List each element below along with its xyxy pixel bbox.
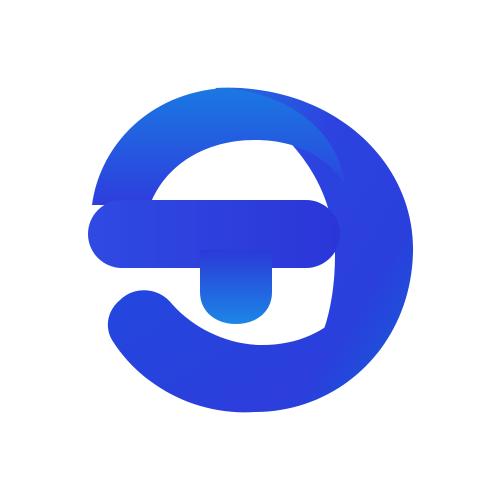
logo-canvas [0, 0, 500, 500]
letter-s-circle-logo-icon [88, 87, 414, 413]
s-stem-shape [200, 250, 272, 324]
